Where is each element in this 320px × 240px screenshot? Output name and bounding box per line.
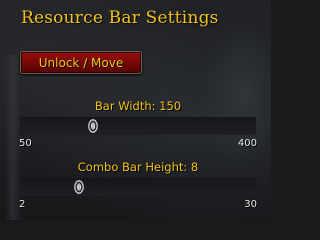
bar-width-max: 400 bbox=[237, 138, 257, 149]
bar-width-label: Bar Width: 150 bbox=[94, 99, 182, 113]
background-pillar bbox=[6, 55, 20, 220]
background-figure bbox=[201, 20, 271, 170]
slider-thumb-icon[interactable] bbox=[85, 118, 101, 134]
combo-bar-height-max: 30 bbox=[244, 199, 257, 210]
unlock-move-button-label: Unlock / Move bbox=[38, 55, 124, 70]
unlock-move-button[interactable]: Unlock / Move bbox=[20, 51, 142, 74]
combo-bar-height-slider[interactable] bbox=[20, 178, 256, 196]
combo-bar-height-min: 2 bbox=[19, 199, 26, 210]
panel-title: Resource Bar Settings bbox=[21, 8, 219, 28]
combo-bar-height-label: Combo Bar Height: 8 bbox=[77, 160, 199, 174]
bar-width-min: 50 bbox=[19, 138, 32, 149]
slider-thumb-icon[interactable] bbox=[71, 179, 87, 195]
resource-bar-settings-panel: Resource Bar Settings Unlock / Move Bar … bbox=[0, 0, 271, 222]
bar-width-slider[interactable] bbox=[20, 117, 256, 135]
